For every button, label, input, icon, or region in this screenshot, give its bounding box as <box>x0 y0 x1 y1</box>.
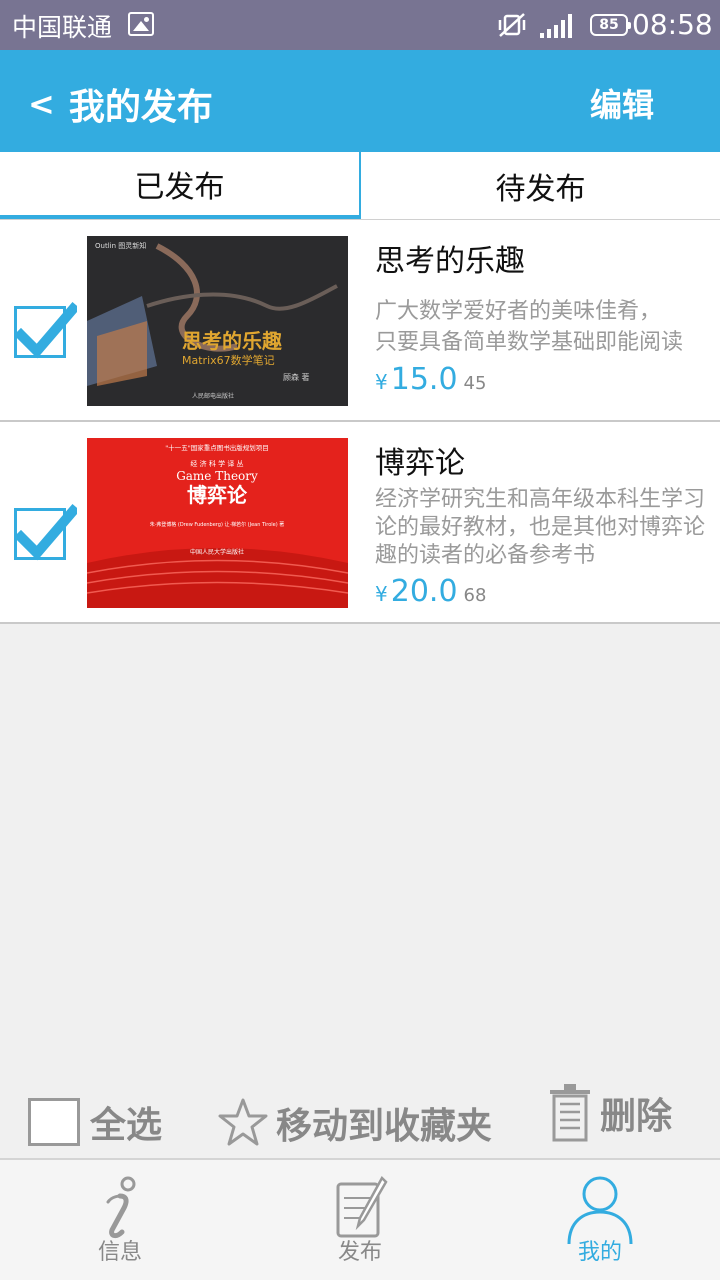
cover-publisher: 中国人民大学出版社 <box>190 548 244 556</box>
cover-top-text: "十一五"国家重点图书出版规划项目 <box>165 443 268 452</box>
tab-pending[interactable]: 待发布 <box>361 152 720 219</box>
page-title: 我的发布 <box>68 87 213 128</box>
back-button[interactable]: < 我的发布 <box>28 78 213 130</box>
vibrate-off-icon <box>498 13 526 37</box>
check-icon <box>15 503 77 561</box>
cover-subtitle: Matrix67数学笔记 <box>182 353 275 367</box>
book-cover: Outlin 图灵新知 思考的乐趣 Matrix67数学笔记 顾森 著 人民邮电… <box>87 236 348 406</box>
list-item[interactable]: Outlin 图灵新知 思考的乐趣 Matrix67数学笔记 顾森 著 人民邮电… <box>0 220 720 422</box>
list-item[interactable]: "十一五"国家重点图书出版规划项目 经 济 科 学 译 丛 Game Theor… <box>0 422 720 624</box>
carrier-label: 中国联通 <box>12 13 113 42</box>
cover-english-title: Game Theory <box>176 469 258 483</box>
user-icon <box>567 1176 633 1244</box>
book-title: 思考的乐趣 <box>375 244 525 279</box>
currency-symbol: ¥ <box>375 582 388 606</box>
desc-line: 只要具备简单数学基础即能阅读 <box>375 330 684 355</box>
nav-item-me[interactable]: 我的 <box>480 1160 720 1280</box>
cover-top-text: Outlin 图灵新知 <box>95 241 146 250</box>
star-icon <box>218 1098 268 1146</box>
desc-line: 广大数学爱好者的美味佳肴， <box>375 299 662 324</box>
item-info: 博弈论 经济学研究生和高年级本科生学习 论的最好教材，也是其他对博弈论 趣的读者… <box>375 442 720 609</box>
tab-bar: 已发布 待发布 <box>0 152 720 220</box>
book-cover: "十一五"国家重点图书出版规划项目 经 济 科 学 译 丛 Game Theor… <box>87 438 348 608</box>
image-notification-icon <box>128 12 154 36</box>
signal-icon <box>540 12 578 38</box>
clock: 08:58 <box>632 8 713 41</box>
publish-icon <box>336 1175 388 1238</box>
move-to-favorites-button[interactable]: 移动到收藏夹 <box>216 1096 492 1150</box>
battery-icon: 85 <box>590 14 631 36</box>
delete-button[interactable]: 删除 <box>548 1082 672 1144</box>
item-info: 思考的乐趣 广大数学爱好者的美味佳肴， 只要具备简单数学基础即能阅读 ¥ 15.… <box>375 240 720 397</box>
price-row: ¥ 20.0 68 <box>375 574 720 609</box>
published-list: Outlin 图灵新知 思考的乐趣 Matrix67数学笔记 顾森 著 人民邮电… <box>0 220 720 624</box>
desc-line: 趣的读者的必备参考书 <box>375 543 596 568</box>
cover-publisher: 人民邮电出版社 <box>192 392 234 400</box>
title-bar: < 我的发布 编辑 <box>0 50 720 152</box>
book-description: 广大数学爱好者的美味佳肴， 只要具备简单数学基础即能阅读 <box>375 296 720 358</box>
desc-line: 论的最好教材，也是其他对博弈论 <box>375 515 706 540</box>
status-bar: 中国联通 85 08:58 <box>0 0 720 50</box>
check-icon <box>15 301 77 359</box>
price: 20.0 <box>390 574 458 609</box>
cover-series: 经 济 科 学 译 丛 <box>190 459 243 468</box>
cover-authors: 朱·弗登博格 (Drew Fudenberg) 让·梯若尔 (Jean Tiro… <box>150 521 285 528</box>
move-to-favorites-label: 移动到收藏夹 <box>276 1106 493 1147</box>
bulk-action-bar: 全选 移动到收藏夹 删除 <box>0 1080 720 1158</box>
book-description: 经济学研究生和高年级本科生学习 论的最好教材，也是其他对博弈论 趣的读者的必备参… <box>375 486 720 570</box>
cover-title: 博弈论 <box>187 483 248 507</box>
nav-item-publish[interactable]: 发布 <box>240 1160 480 1280</box>
currency-symbol: ¥ <box>375 370 388 394</box>
original-price: 68 <box>463 585 487 606</box>
select-all-button[interactable]: 全选 <box>28 1096 162 1148</box>
original-price: 45 <box>463 373 487 394</box>
back-icon: < <box>28 85 55 123</box>
tab-published[interactable]: 已发布 <box>0 152 361 219</box>
desc-line: 经济学研究生和高年级本科生学习 <box>375 487 706 512</box>
cover-author: 顾森 著 <box>283 372 310 382</box>
nav-item-info[interactable]: 信息 <box>0 1160 240 1280</box>
item-checkbox[interactable] <box>14 301 77 359</box>
price: 15.0 <box>390 362 458 397</box>
bottom-nav: 信息 发布 我的 <box>0 1158 720 1280</box>
item-checkbox[interactable] <box>14 503 77 561</box>
price-row: ¥ 15.0 45 <box>375 362 720 397</box>
edit-button[interactable]: 编辑 <box>590 80 654 126</box>
info-icon <box>106 1176 136 1239</box>
select-all-checkbox <box>28 1098 80 1146</box>
select-all-label: 全选 <box>90 1105 163 1146</box>
book-title: 博弈论 <box>375 446 465 481</box>
cover-title: 思考的乐趣 <box>182 329 283 353</box>
trash-icon <box>550 1084 590 1142</box>
delete-label: 删除 <box>600 1096 673 1137</box>
